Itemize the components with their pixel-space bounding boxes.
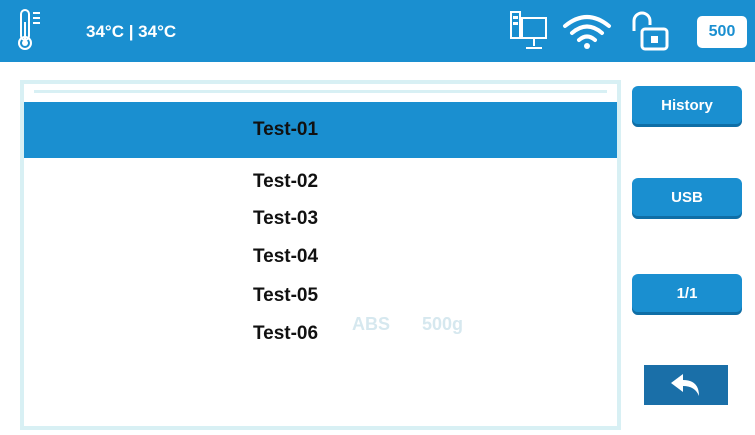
file-item-test-01[interactable]: Test-01 [24,102,617,158]
temperature-readout: 34°C | 34°C [86,22,177,41]
file-item-test-02[interactable]: Test-02 [24,162,617,202]
ghost-material-label: ABS [352,314,391,334]
usb-button[interactable]: USB [632,178,742,216]
wifi-icon [563,15,611,49]
network-icon [510,11,547,49]
file-item-test-06[interactable]: Test-06 [24,314,617,354]
file-item-test-03[interactable]: Test-03 [24,199,617,239]
status-bar: 34°C | 34°C 500 [0,0,755,62]
file-item-test-04[interactable]: Test-04 [24,237,617,277]
back-arrow-icon [671,374,699,396]
history-button[interactable]: History [632,86,742,124]
file-item-test-05[interactable]: Test-05 [24,276,617,316]
back-button[interactable] [644,365,728,405]
panel-divider [34,90,607,93]
page-indicator-button[interactable]: 1/1 [632,274,742,312]
capacity-badge: 500 [697,16,747,48]
file-list-panel: Test-01 Test-02 Test-03 Test-04 Test-05 … [20,80,621,430]
unlock-icon [632,11,669,51]
ghost-weight-label: 500g [422,314,464,334]
thermometer-icon [18,9,40,50]
